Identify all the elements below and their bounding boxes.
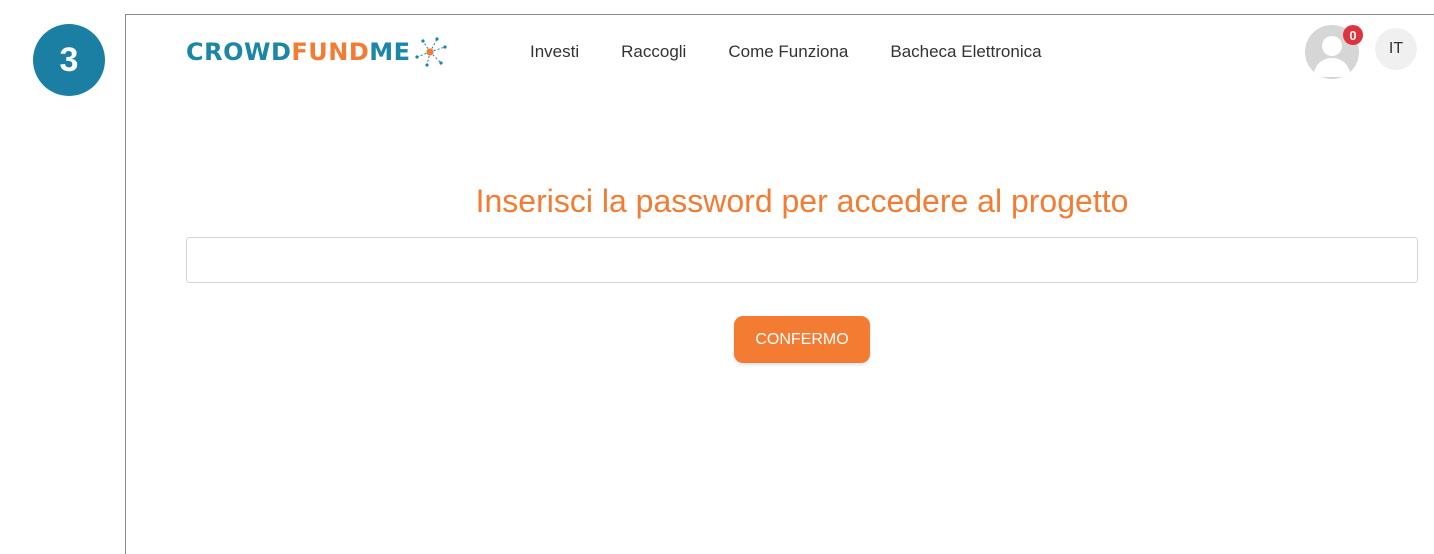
page-title: Inserisci la password per accedere al pr… [475, 183, 1129, 219]
password-input[interactable] [186, 237, 1418, 283]
logo-text-fund: FUND [291, 38, 370, 66]
network-star-icon [414, 37, 447, 67]
nav-item-investi[interactable]: Investi [530, 42, 579, 62]
nav-item-bacheca-elettronica[interactable]: Bacheca Elettronica [890, 42, 1041, 62]
logo-text-me: ME [369, 38, 411, 66]
logo-text-crowd: CROWD [186, 38, 292, 66]
confirm-button[interactable]: CONFERMO [734, 316, 870, 363]
step-number-badge: 3 [33, 24, 105, 96]
language-selector[interactable]: IT [1375, 28, 1417, 70]
main-nav: Investi Raccogli Come Funziona Bacheca E… [530, 42, 1084, 62]
notification-count-badge[interactable]: 0 [1343, 25, 1363, 45]
step-number: 3 [59, 40, 79, 79]
browser-frame: CROWD FUND ME Investi Raccogli Come Funz… [125, 14, 1434, 554]
nav-item-come-funziona[interactable]: Come Funziona [728, 42, 848, 62]
nav-item-raccogli[interactable]: Raccogli [621, 42, 686, 62]
crowdfundme-logo[interactable]: CROWD FUND ME [186, 37, 447, 67]
